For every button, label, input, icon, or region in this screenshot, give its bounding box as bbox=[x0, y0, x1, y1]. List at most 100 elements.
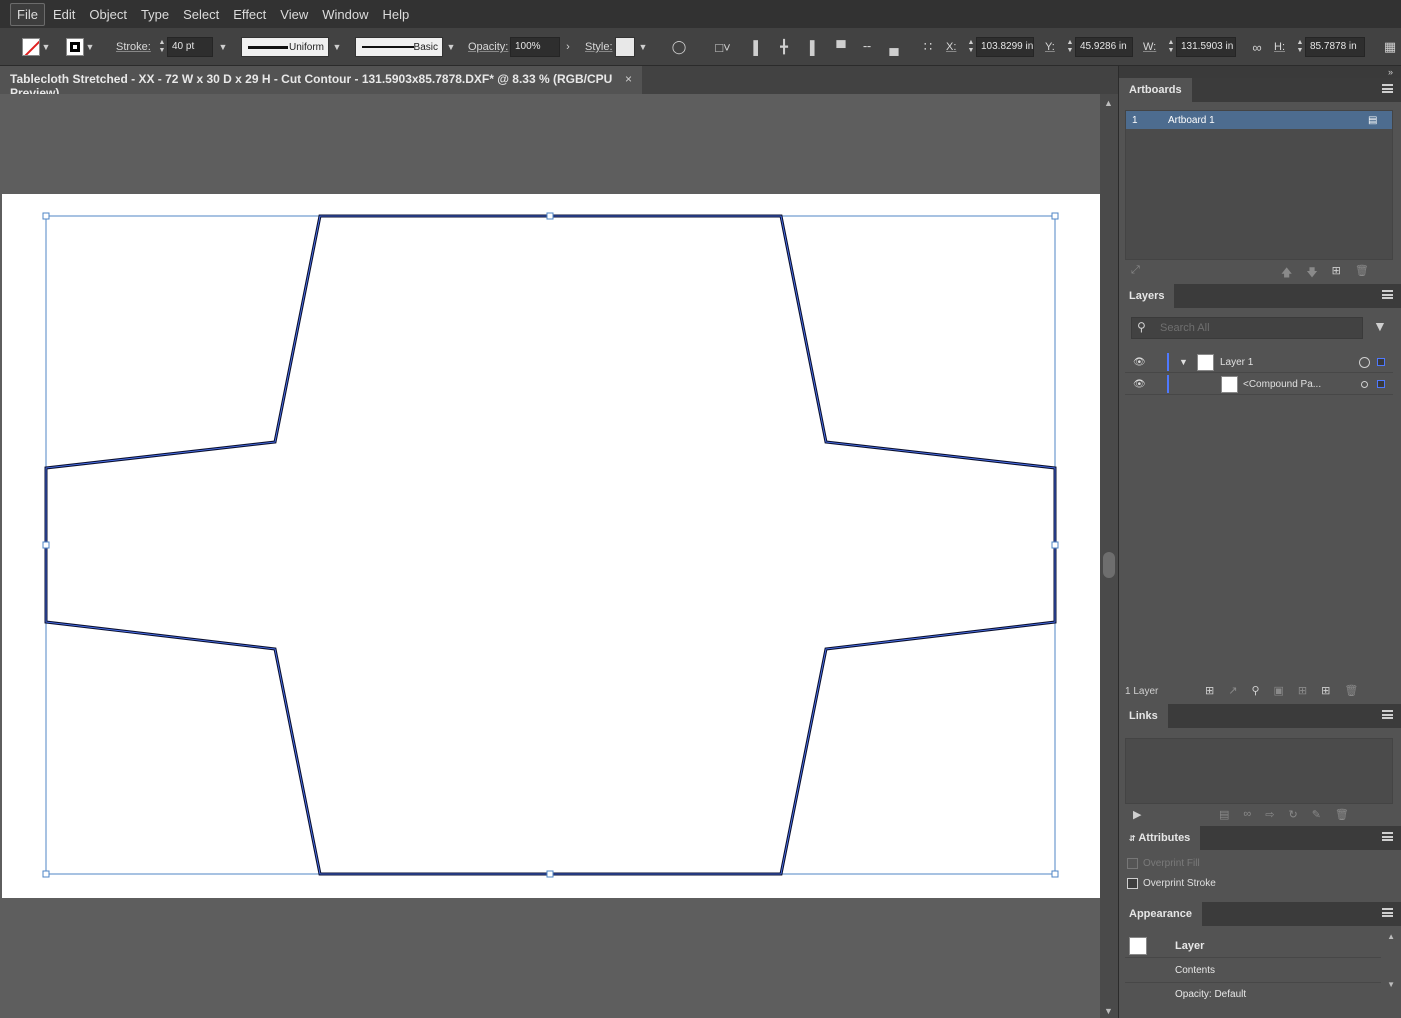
tab-artboards[interactable]: Artboards bbox=[1119, 78, 1192, 102]
x-field[interactable]: 103.8299 in bbox=[976, 37, 1034, 57]
handle-top-right[interactable] bbox=[1051, 212, 1059, 220]
y-stepper[interactable]: ▲ ▼ bbox=[1065, 37, 1075, 57]
panel-menu-icon[interactable] bbox=[1382, 908, 1393, 917]
reference-point-icon[interactable]: ∷ bbox=[918, 37, 938, 57]
h-stepper[interactable]: ▲ ▼ bbox=[1295, 37, 1305, 57]
scroll-up-icon[interactable]: ▲ bbox=[1104, 98, 1113, 108]
delete-artboard-icon[interactable]: 🗑 bbox=[1355, 264, 1369, 283]
menu-select[interactable]: Select bbox=[177, 4, 225, 25]
new-sublayer-icon[interactable]: ⊞ bbox=[1298, 684, 1307, 697]
overprint-fill-checkbox[interactable] bbox=[1127, 858, 1138, 869]
fill-none-swatch[interactable] bbox=[22, 38, 40, 56]
move-down-icon[interactable]: 🡇 bbox=[1306, 264, 1317, 283]
align-hcenter-icon[interactable]: ╋ bbox=[774, 37, 794, 57]
menu-file[interactable]: File bbox=[10, 2, 45, 26]
appearance-opacity-row[interactable]: Opacity: Default bbox=[1125, 982, 1381, 1006]
recolor-artwork-icon[interactable]: ◯ bbox=[669, 37, 689, 57]
document-tab[interactable]: Tablecloth Stretched - XX - 72 W x 30 D … bbox=[0, 66, 642, 100]
w-field[interactable]: 131.5903 in bbox=[1176, 37, 1236, 57]
layer-name[interactable]: Layer 1 bbox=[1220, 357, 1253, 368]
canvas[interactable] bbox=[0, 94, 1100, 1018]
export-icon[interactable]: ↗ bbox=[1228, 684, 1237, 697]
update-link-icon[interactable]: ↻ bbox=[1288, 808, 1297, 821]
move-up-icon[interactable]: 🡅 bbox=[1281, 264, 1292, 283]
opacity-field[interactable]: 100% bbox=[510, 37, 560, 57]
selection-indicator[interactable] bbox=[1377, 358, 1385, 366]
tab-appearance[interactable]: Appearance bbox=[1119, 902, 1202, 926]
align-vcenter-icon[interactable]: ╌ bbox=[857, 37, 877, 57]
filter-icon[interactable]: ▼ bbox=[1373, 318, 1387, 334]
chevron-down-icon[interactable]: ▼ bbox=[443, 42, 459, 52]
scroll-down-icon[interactable]: ▼ bbox=[1387, 980, 1395, 989]
selection-indicator[interactable] bbox=[1377, 380, 1385, 388]
relink-library-icon[interactable]: ▤ bbox=[1219, 808, 1229, 821]
handle-middle-right[interactable] bbox=[1051, 541, 1059, 549]
align-left-icon[interactable]: ▌ bbox=[748, 37, 768, 57]
h-field[interactable]: 85.7878 in bbox=[1305, 37, 1365, 57]
stroke-weight-field[interactable]: 40 pt bbox=[167, 37, 213, 57]
menu-help[interactable]: Help bbox=[376, 4, 415, 25]
delete-link-icon[interactable]: 🗑 bbox=[1335, 808, 1349, 821]
stroke-swatch[interactable] bbox=[66, 38, 84, 56]
panel-menu-icon[interactable] bbox=[1382, 290, 1393, 299]
y-field[interactable]: 45.9286 in bbox=[1075, 37, 1133, 57]
visibility-eye-icon[interactable]: 👁 bbox=[1133, 379, 1146, 390]
layers-search-input[interactable]: Search All bbox=[1131, 317, 1363, 339]
handle-top-left[interactable] bbox=[42, 212, 50, 220]
play-icon[interactable]: ▶ bbox=[1133, 808, 1141, 821]
brush-definition[interactable]: Basic bbox=[355, 37, 443, 57]
menu-object[interactable]: Object bbox=[83, 4, 133, 25]
variable-width-profile[interactable]: Uniform bbox=[241, 37, 329, 57]
align-bottom-icon[interactable]: ▄ bbox=[884, 37, 904, 57]
panel-menu-icon[interactable] bbox=[1382, 710, 1393, 719]
collect-export-icon[interactable]: ⊞ bbox=[1205, 684, 1214, 697]
artboard-name[interactable]: Artboard 1 bbox=[1168, 115, 1368, 126]
handle-bottom-right[interactable] bbox=[1051, 870, 1059, 878]
go-to-link-icon[interactable]: ⇨ bbox=[1265, 808, 1274, 821]
tab-layers[interactable]: Layers bbox=[1119, 284, 1175, 308]
edit-original-icon[interactable]: ✎ bbox=[1312, 808, 1321, 821]
target-icon[interactable] bbox=[1361, 380, 1368, 388]
appearance-opacity-label[interactable]: Opacity: Default bbox=[1175, 989, 1246, 1000]
handle-middle-left[interactable] bbox=[42, 541, 50, 549]
handle-top-middle[interactable] bbox=[546, 212, 554, 220]
close-icon[interactable]: × bbox=[625, 72, 632, 88]
new-artboard-icon[interactable]: ⊞ bbox=[1332, 264, 1341, 283]
graphic-style-swatch[interactable] bbox=[615, 37, 635, 57]
scroll-up-icon[interactable]: ▲ bbox=[1387, 932, 1395, 941]
sublayer-row[interactable]: 👁 <Compound Pa... bbox=[1125, 374, 1393, 395]
chevron-down-icon[interactable]: ▼ bbox=[84, 42, 96, 52]
relink-icon[interactable]: ∞ bbox=[1243, 808, 1251, 821]
target-icon[interactable] bbox=[1359, 356, 1370, 368]
menu-view[interactable]: View bbox=[274, 4, 314, 25]
rearrange-artboards-icon[interactable]: ⤢ bbox=[1131, 264, 1140, 277]
chevron-down-icon[interactable]: ▼ bbox=[1179, 357, 1188, 367]
appearance-layer-row[interactable]: Layer bbox=[1125, 934, 1381, 958]
align-top-icon[interactable]: ▀ bbox=[831, 37, 851, 57]
chevron-down-icon[interactable]: ▼ bbox=[635, 42, 651, 52]
handle-bottom-middle[interactable] bbox=[546, 870, 554, 878]
scroll-down-icon[interactable]: ▼ bbox=[1104, 1006, 1113, 1016]
locate-object-icon[interactable]: ⚲ bbox=[1251, 684, 1259, 697]
delete-layer-icon[interactable]: 🗑 bbox=[1344, 684, 1358, 697]
menu-edit[interactable]: Edit bbox=[47, 4, 81, 25]
align-right-icon[interactable]: ▐ bbox=[800, 37, 820, 57]
menu-window[interactable]: Window bbox=[316, 4, 374, 25]
chevron-down-icon[interactable]: ▼ bbox=[329, 42, 345, 52]
artboard-options-icon[interactable]: ▤ bbox=[1368, 115, 1392, 126]
artboard[interactable] bbox=[2, 194, 1100, 898]
visibility-eye-icon[interactable]: 👁 bbox=[1133, 357, 1146, 368]
handle-bottom-left[interactable] bbox=[42, 870, 50, 878]
fill-swatch-group[interactable]: ▼ bbox=[22, 37, 52, 57]
panel-menu-icon[interactable] bbox=[1382, 832, 1393, 841]
vertical-scrollbar[interactable]: ▲ ▼ bbox=[1100, 94, 1118, 1018]
align-to-icon[interactable]: □˅ bbox=[708, 37, 738, 57]
artwork-canvas[interactable] bbox=[2, 194, 1100, 898]
object-name[interactable]: <Compound Pa... bbox=[1243, 379, 1321, 390]
scroll-thumb[interactable] bbox=[1103, 552, 1115, 578]
menu-effect[interactable]: Effect bbox=[227, 4, 272, 25]
menu-type[interactable]: Type bbox=[135, 4, 175, 25]
artboard-row[interactable]: 1 Artboard 1 ▤ bbox=[1126, 111, 1392, 129]
stroke-swatch-group[interactable]: ▼ bbox=[66, 37, 96, 57]
x-stepper[interactable]: ▲ ▼ bbox=[966, 37, 976, 57]
